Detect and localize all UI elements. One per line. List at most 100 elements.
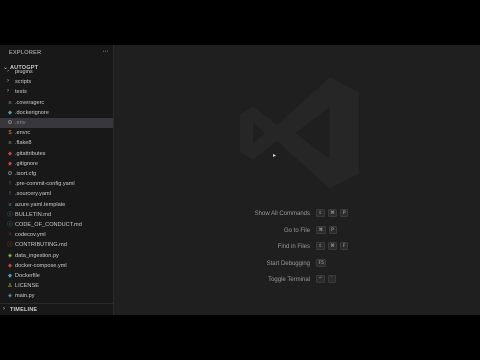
tree-folder[interactable]: › plugins [0,70,113,77]
editor-empty-state: ▸ Show All Commands ⇧ ⌘ P Go to File ⌘ P Find i… [114,45,480,315]
keybinding: F5 [316,258,327,269]
shortcut-name: Go to File [283,227,310,234]
tree-item-label: LICENSE [15,283,39,290]
tree-file[interactable]: ◆ docker-compose.yml [0,261,113,271]
file-type-icon: $ [8,130,12,137]
key-cap: ⌘ [327,209,338,217]
tree-item-label: .isort.cfg [15,171,37,177]
timeline-section[interactable]: › TIMELINE [0,303,113,315]
shortcut-hint[interactable]: Toggle Terminal ^ ` [114,275,480,287]
file-type-icon: ! [9,232,11,239]
tree-file[interactable]: ◆ .dockerignore [0,108,113,118]
file-type-icon: ◆ [7,109,13,116]
file-type-icon: ≡ [8,201,12,208]
tree-file[interactable]: ! .pre-commit-config.yaml [0,179,113,189]
explorer-header: EXPLORER ··· [0,45,113,62]
file-type-icon: ⓘ [7,242,13,249]
tree-item-label: codecov.yml [15,232,46,239]
shortcut-hint[interactable]: Start Debugging F5 [114,258,480,271]
keybinding: ^ ` [316,275,336,285]
chevron-right-icon: › [3,306,5,312]
explorer-sidebar: EXPLORER ··· ⌄ AUTOGPT › plugins › scripts ›… [0,45,114,315]
tree-item-label: BULLETIN.md [15,211,52,218]
file-type-icon: ⚙ [7,171,13,177]
tree-file[interactable]: ⓘ CODE_OF_CONDUCT.md [0,220,113,230]
tree-file[interactable]: ! codecov.yml [0,230,113,240]
tree-file[interactable]: ◆ .gitignore [0,159,113,169]
vscode-logo-watermark-icon [239,77,359,189]
tree-item-label: Dockerfile [15,273,40,279]
tree-file[interactable]: ⚙ .env [0,118,113,128]
tree-item-label: scripts [15,79,32,86]
file-type-icon: ◈ [7,293,13,300]
tree-item-label: plugins [15,70,33,75]
file-type-icon: ⓘ [7,222,13,228]
chevron-right-icon: › [7,78,9,85]
keybinding: ⇧ ⌘ P [316,209,349,219]
file-type-icon: ! [9,181,11,188]
tree-file[interactable]: ◆ Dockerfile [0,271,113,281]
chevron-right-icon: › [7,70,9,74]
key-cap: ⌘ [327,242,338,250]
shortcut-hint[interactable]: Show All Commands ⇧ ⌘ P [114,209,480,221]
shortcut-name: Start Debugging [266,260,310,267]
tree-item-label: main.py [15,293,35,300]
tree-item-label: .coveragerc [15,99,45,106]
tree-file[interactable]: ◆ .gitattributes [0,149,113,159]
explorer-title: EXPLORER [9,50,42,56]
shortcut-hint[interactable]: Find in Files ⇧ ⌘ F [114,242,480,254]
key-cap: ⌘ [316,225,326,234]
file-type-icon: ◆ [7,273,13,279]
file-type-icon: ≡ [8,99,12,106]
tree-item-label: CONTRIBUTING.md [15,242,67,249]
tree-file[interactable]: ⚙ .isort.cfg [0,169,113,179]
file-type-icon: ♙ [7,283,13,290]
file-tree: › plugins › scripts › tests ≡ .coveragerc ◆ .dock… [0,70,113,305]
tree-item-label: .sourcery.yaml [15,191,51,198]
tree-item-label: CODE_OF_CONDUCT.md [15,222,82,228]
key-cap: ⇧ [316,242,325,250]
tree-file[interactable]: ≡ .flake8 [0,138,113,148]
tree-item-label: .gitattributes [15,150,46,157]
tree-item-label: .flake8 [15,140,32,147]
key-cap: F [340,242,349,250]
key-cap: F5 [316,258,327,267]
tree-file[interactable]: ◈ data_ingestion.py [0,251,113,261]
tree-item-label: .envrc [15,130,31,137]
tree-item-label: .env [15,120,26,126]
tree-item-label: .pre-commit-config.yaml [15,181,75,188]
tree-item-label: azure.yaml.template [15,201,66,208]
file-type-icon: ⓘ [7,211,13,218]
tree-item-label: .gitignore [15,160,39,167]
tree-file[interactable]: ♙ LICENSE [0,281,113,291]
keybinding: ⌘ P [316,225,337,236]
file-type-icon: ◆ [7,160,13,167]
key-cap: ⇧ [316,209,325,217]
tree-file[interactable]: ⓘ BULLETIN.md [0,210,113,220]
tree-item-label: .dockerignore [15,109,49,116]
file-type-icon: ◆ [7,262,13,269]
tree-folder[interactable]: › tests [0,87,113,97]
file-type-icon: ⚙ [7,120,13,126]
file-type-icon: ≡ [8,140,12,147]
tree-file[interactable]: ! .sourcery.yaml [0,189,113,199]
file-type-icon: ! [9,191,11,198]
tree-item-label: tests [15,89,27,96]
shortcut-name: Find in Files [277,244,310,250]
tree-item-label: docker-compose.yml [15,262,67,269]
more-actions-icon[interactable]: ··· [103,48,109,55]
tree-file[interactable]: ◈ main.py [0,291,113,301]
shortcut-name: Show All Commands [254,211,310,217]
key-cap: ^ [316,275,325,283]
file-type-icon: ◆ [7,150,13,157]
key-cap: P [328,225,337,234]
tree-file[interactable]: ≡ azure.yaml.template [0,200,113,210]
key-cap: P [340,209,349,217]
tree-file[interactable]: ⓘ CONTRIBUTING.md [0,240,113,250]
tree-file[interactable]: ≡ .coveragerc [0,98,113,108]
tree-file[interactable]: $ .envrc [0,128,113,138]
key-cap: ` [327,275,336,283]
shortcut-hint[interactable]: Go to File ⌘ P [114,225,480,238]
tree-folder[interactable]: › scripts [0,77,113,87]
mouse-cursor-icon: ▸ [273,153,277,159]
